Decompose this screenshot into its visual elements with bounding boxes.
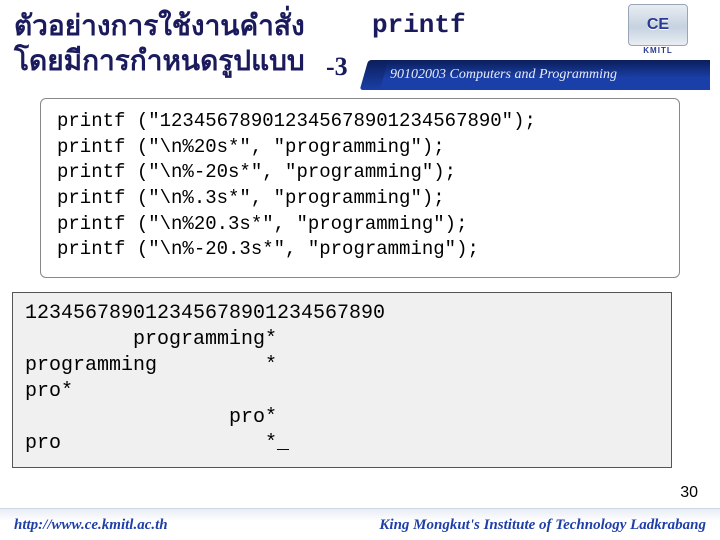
ce-logo-subtitle: KMITL xyxy=(628,46,688,55)
slide-number: 30 xyxy=(680,484,698,502)
ce-logo: CE xyxy=(628,4,688,46)
code-line: printf ("\n%-20s*", "programming"); xyxy=(57,160,663,186)
code-line: printf ("\n%20s*", "programming"); xyxy=(57,135,663,161)
slide-header: ตัวอย่างการใช้งานคำสั่ง โดยมีการกำหนดรูป… xyxy=(0,0,720,92)
output-line: pro *_ xyxy=(25,431,659,457)
code-line: printf ("\n%-20.3s*", "programming"); xyxy=(57,237,663,263)
title-part-number: -3 xyxy=(326,52,348,82)
code-line: printf ("\n%.3s*", "programming"); xyxy=(57,186,663,212)
code-line: printf ("\n%20.3s*", "programming"); xyxy=(57,212,663,238)
code-example-box: printf ("123456789012345678901234567890"… xyxy=(40,98,680,278)
output-box: 123456789012345678901234567890 programmi… xyxy=(12,292,672,468)
output-line: pro* xyxy=(25,379,659,405)
output-line: 123456789012345678901234567890 xyxy=(25,301,659,327)
code-line: printf ("123456789012345678901234567890"… xyxy=(57,109,663,135)
footer-institute: King Mongkut's Institute of Technology L… xyxy=(379,517,706,534)
output-line: programming * xyxy=(25,353,659,379)
output-line: pro* xyxy=(25,405,659,431)
output-line: programming* xyxy=(25,327,659,353)
slide-footer: http://www.ce.kmitl.ac.th King Mongkut's… xyxy=(0,508,720,540)
footer-url: http://www.ce.kmitl.ac.th xyxy=(14,517,168,534)
slide: ตัวอย่างการใช้งานคำสั่ง โดยมีการกำหนดรูป… xyxy=(0,0,720,540)
course-code-strip: 90102003 Computers and Programming xyxy=(372,60,710,90)
header-decoration: CE KMITL 90102003 Computers and Programm… xyxy=(390,2,710,92)
